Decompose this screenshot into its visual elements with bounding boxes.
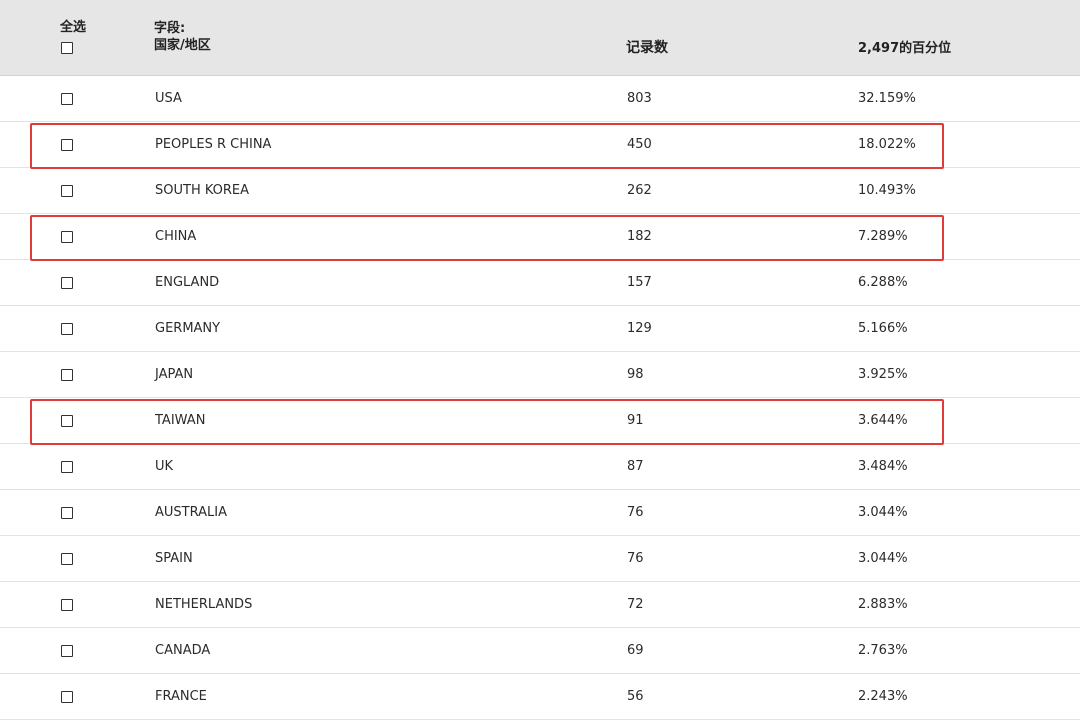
row-checkbox[interactable] <box>61 369 73 381</box>
record-percent: 32.159% <box>858 91 916 106</box>
country-name: UK <box>155 459 174 474</box>
country-name: GERMANY <box>155 321 221 336</box>
record-count: 76 <box>627 505 644 520</box>
country-name: FRANCE <box>155 689 207 704</box>
country-name: NETHERLANDS <box>155 597 253 612</box>
row-checkbox[interactable] <box>61 599 73 611</box>
country-name: JAPAN <box>155 367 194 382</box>
field-column-header[interactable]: 字段: 国家/地区 <box>154 20 211 54</box>
table-row: FRANCE 56 2.243% <box>0 674 1080 720</box>
record-percent: 7.289% <box>858 229 908 244</box>
country-name: PEOPLES R CHINA <box>155 137 272 152</box>
table-header: 全选 字段: 国家/地区 记录数 2,497的百分位 <box>0 0 1080 76</box>
row-checkbox[interactable] <box>61 415 73 427</box>
select-all-label: 全选 <box>60 20 87 35</box>
table-row: AUSTRALIA 76 3.044% <box>0 490 1080 536</box>
select-all-checkbox[interactable] <box>61 42 73 54</box>
row-checkbox[interactable] <box>61 553 73 565</box>
record-count: 157 <box>627 275 652 290</box>
record-count: 98 <box>627 367 644 382</box>
record-percent: 3.044% <box>858 551 908 566</box>
record-count: 56 <box>627 689 644 704</box>
row-checkbox[interactable] <box>61 277 73 289</box>
record-percent: 3.644% <box>858 413 908 428</box>
table-row: TAIWAN 91 3.644% <box>0 398 1080 445</box>
field-label: 字段: <box>154 21 186 36</box>
record-count: 87 <box>627 459 644 474</box>
select-all-column: 全选 <box>60 20 100 54</box>
table-row: USA 803 32.159% <box>0 76 1080 122</box>
table-row: NETHERLANDS 72 2.883% <box>0 582 1080 628</box>
record-percent: 3.925% <box>858 367 908 382</box>
record-count: 72 <box>627 597 644 612</box>
table-row: GERMANY 129 5.166% <box>0 306 1080 352</box>
row-checkbox[interactable] <box>61 461 73 473</box>
record-count: 76 <box>627 551 644 566</box>
field-name-label: 国家/地区 <box>154 38 211 53</box>
row-checkbox[interactable] <box>61 231 73 243</box>
percent-column-header[interactable]: 2,497的百分位 <box>858 37 951 56</box>
table-row: ENGLAND 157 6.288% <box>0 260 1080 306</box>
row-checkbox[interactable] <box>61 691 73 703</box>
results-table: USA 803 32.159% PEOPLES R CHINA 450 18.022% SO… <box>0 76 1080 720</box>
row-checkbox[interactable] <box>61 645 73 657</box>
record-percent: 2.243% <box>858 689 908 704</box>
table-row: UK 87 3.484% <box>0 444 1080 490</box>
record-percent: 6.288% <box>858 275 908 290</box>
table-row: CHINA 182 7.289% <box>0 214 1080 261</box>
row-checkbox[interactable] <box>61 93 73 105</box>
record-count: 262 <box>627 183 652 198</box>
record-count: 129 <box>627 321 652 336</box>
table-row: PEOPLES R CHINA 450 18.022% <box>0 122 1080 169</box>
country-name: CHINA <box>155 229 197 244</box>
country-name: SOUTH KOREA <box>155 183 250 198</box>
country-name: AUSTRALIA <box>155 505 227 520</box>
record-count: 450 <box>627 137 652 152</box>
record-percent: 10.493% <box>858 183 916 198</box>
row-checkbox[interactable] <box>61 323 73 335</box>
record-percent: 3.484% <box>858 459 908 474</box>
row-checkbox[interactable] <box>61 507 73 519</box>
record-count: 69 <box>627 643 644 658</box>
record-count: 803 <box>627 91 652 106</box>
record-percent: 5.166% <box>858 321 908 336</box>
country-name: SPAIN <box>155 551 193 566</box>
record-percent: 18.022% <box>858 137 916 152</box>
country-name: USA <box>155 91 182 106</box>
country-name: CANADA <box>155 643 211 658</box>
table-row: CANADA 69 2.763% <box>0 628 1080 674</box>
record-count: 91 <box>627 413 644 428</box>
record-percent: 2.763% <box>858 643 908 658</box>
row-checkbox[interactable] <box>61 185 73 197</box>
table-row: SOUTH KOREA 262 10.493% <box>0 168 1080 214</box>
country-name: ENGLAND <box>155 275 220 290</box>
country-name: TAIWAN <box>155 413 206 428</box>
table-row: JAPAN 98 3.925% <box>0 352 1080 398</box>
table-row: SPAIN 76 3.044% <box>0 536 1080 582</box>
count-column-header[interactable]: 记录数 <box>626 37 668 57</box>
record-count: 182 <box>627 229 652 244</box>
record-percent: 3.044% <box>858 505 908 520</box>
row-checkbox[interactable] <box>61 139 73 151</box>
record-percent: 2.883% <box>858 597 908 612</box>
